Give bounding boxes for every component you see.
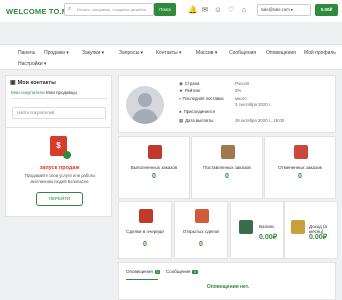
balance-button[interactable]: 0.00₽ [315, 4, 338, 16]
stat-label: Поставленных заказов [203, 165, 251, 170]
search-icon: ⌕ [68, 6, 72, 12]
avatar[interactable] [126, 86, 164, 124]
stat-value: 0 [152, 173, 156, 180]
nav-requests[interactable]: Запросы ▾ [119, 50, 143, 56]
open-deals-card[interactable]: Открытых сделок 0 [174, 201, 228, 259]
profile-joined-label: ● Присоединился [179, 109, 216, 114]
contacts-card: ▣ Мои контакты Мои покупатели Мои продавц… [5, 75, 112, 135]
profile-country-value: Россия [235, 81, 250, 86]
nav-contacts[interactable]: Контакты ▾ [156, 50, 182, 56]
tab-notifications[interactable]: Оповещения 0 [126, 269, 160, 274]
profile-country-label: ◉ Страна [179, 81, 200, 86]
tab-messages[interactable]: Сообщения 0 [166, 269, 198, 274]
box-icon [221, 145, 235, 159]
stat-value: 0 [298, 173, 302, 180]
nav-messages[interactable]: Сообщения [229, 50, 256, 56]
cancelled-clipboard-icon [294, 145, 308, 159]
stat-value: 0.00₽ [309, 234, 328, 241]
cart-icon[interactable]: ⌂ [239, 5, 249, 15]
stat-value: 0.00₽ [259, 234, 278, 241]
queued-deals-card[interactable]: Сделки в очереди 0 [118, 201, 172, 259]
promo-title: запуск продаж [39, 165, 80, 171]
notifications-card: Оповещения 0 Сообщения 0 Оповещения нет. [118, 262, 336, 300]
start-selling-card: $ запуск продаж Продавайте свои услуги и… [5, 127, 112, 217]
find-buyers-input[interactable]: Найти покупателей [12, 107, 106, 119]
star-icon: ★ [179, 88, 183, 93]
search-button[interactable]: Поиск [154, 3, 176, 16]
delivered-orders-card[interactable]: Поставленных заказов 0 [191, 136, 263, 199]
clipboard-icon [148, 145, 162, 159]
favorite-icon[interactable]: ♡ [226, 5, 236, 15]
active-tab-indicator [126, 279, 158, 280]
tab-buyers[interactable]: Мои покупатели [11, 90, 45, 95]
stat-label: Сделки в очереди [126, 229, 164, 234]
coins-icon [291, 220, 305, 234]
count-badge: 0 [192, 270, 198, 274]
stat-label: Баланс [259, 224, 275, 229]
location-icon: ◉ [179, 81, 183, 86]
completed-orders-card[interactable]: Выполненных заказов 0 [118, 136, 190, 199]
truck-icon: ▪ [179, 96, 181, 101]
user-icon: ● [179, 109, 182, 114]
balance-card[interactable]: Баланс 0.00₽ [230, 201, 284, 259]
nav-notifications[interactable]: Оповещения [266, 50, 296, 56]
calculator-icon [239, 220, 253, 234]
nav-array[interactable]: Массив ▾ [196, 50, 217, 56]
profile-last-delivery-label: ▪ Последняя поставка [179, 96, 224, 101]
bell-icon[interactable]: 🔔 [188, 5, 198, 15]
empty-notifications-text: Оповещения нет. [206, 284, 250, 290]
contacts-icon: ▣ [10, 80, 16, 86]
stat-value: 0 [199, 241, 203, 248]
promo-text: Продавайте свои услуги или работы миллио… [24, 173, 96, 184]
cancelled-orders-card[interactable]: Отмененных заказов 0 [264, 136, 336, 199]
stat-value: 0 [225, 173, 229, 180]
stat-label: Открытых сделок [182, 229, 220, 234]
nav-settings[interactable]: Настройки ▾ [18, 61, 46, 67]
search-input[interactable]: ⌕ Искать, например, создание дизайна [64, 3, 154, 16]
stat-label: Отмененных заказов [278, 165, 322, 170]
nav-profile[interactable]: Мой профиль [304, 50, 336, 56]
contacts-title: ▣ Мои контакты [10, 80, 56, 86]
stat-value: 0 [143, 241, 147, 248]
profile-rating-label: ★ Рейтинг [179, 88, 201, 93]
open-bag-icon [195, 209, 209, 223]
tab-sellers[interactable]: Мои продавцы [46, 90, 77, 95]
profile-rating-value: 0% [235, 88, 242, 93]
nav-panel[interactable]: Панель [18, 50, 35, 56]
go-button[interactable]: ПЕРЕЙТИ [36, 192, 83, 206]
shopping-bag-icon: $ [50, 136, 71, 159]
profile-payout-label: ▦ Дата выплаты [179, 118, 214, 123]
count-badge: 0 [154, 270, 160, 274]
stat-label: Выполненных заказов [130, 165, 178, 170]
calendar-icon: ▦ [179, 118, 184, 123]
account-email: sale@sale.com [261, 7, 290, 12]
profile-payout-value: 26 октября 2020 г., 19:00 [235, 118, 285, 123]
top-header: WELCOME TO.ME ⌕ Искать, например, создан… [0, 0, 342, 22]
message-icon[interactable]: ✉ [200, 5, 210, 15]
divider [11, 98, 108, 99]
main-nav: Панель Продажи ▾ Закупки ▾ Запросы ▾ Кон… [0, 44, 342, 70]
search-placeholder: Искать, например, создание дизайна [77, 7, 147, 12]
account-dropdown[interactable]: sale@sale.com ▾ [257, 4, 311, 16]
profile-last-delivery-value: много 3 сентября 2020 г. [235, 96, 272, 107]
group-icon[interactable]: ☺ [213, 5, 223, 15]
nav-sales[interactable]: Продажи ▾ [44, 50, 69, 56]
queue-doc-icon [139, 209, 153, 223]
nav-purchases[interactable]: Закупки ▾ [82, 50, 104, 56]
monthly-income-card[interactable]: Доход (в месяц) 0.00₽ [284, 201, 338, 259]
profile-card: ◉ Страна Россия ★ Рейтинг 0% ▪ Последняя по… [118, 75, 336, 133]
